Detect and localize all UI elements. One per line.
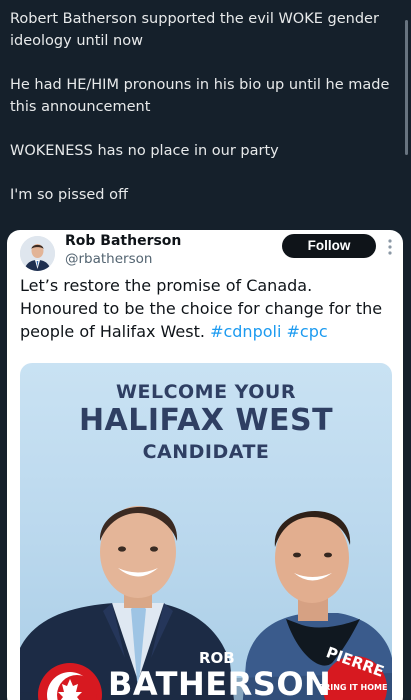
post-paragraph: I'm so pissed off [10,187,128,203]
post-paragraph: Robert Batherson supported the evil WOKE… [10,11,384,49]
post-body: Robert Batherson supported the evil WOKE… [10,8,398,228]
post-paragraph: He had HE/HIM pronouns in his bio up unt… [10,77,395,115]
embedded-author-handle[interactable]: @rbatherson [65,251,152,267]
post-paragraph: WOKENESS has no place in our party [10,143,279,159]
promo-heading-top: WELCOME YOUR [116,381,296,403]
follow-button[interactable]: Follow [282,234,376,258]
avatar[interactable] [20,236,55,271]
campaign-image[interactable]: WELCOME YOUR HALIFAX WEST CANDIDATE ROB … [20,363,392,700]
screen: Robert Batherson supported the evil WOKE… [0,0,411,700]
promo-heading-main: HALIFAX WEST [78,403,334,438]
embedded-author-name[interactable]: Rob Batherson [65,233,181,249]
more-vertical-icon[interactable] [386,238,394,256]
embedded-post-header: Rob Batherson @rbatherson Follow [7,230,403,276]
badge-tagline: BRING IT HOME [318,683,388,692]
hashtag-link[interactable]: #cdnpoli [210,322,281,341]
embedded-post-body: Let’s restore the promise of Canada. Hon… [20,276,383,341]
embedded-post-text: Let’s restore the promise of Canada. Hon… [20,274,392,343]
candidate-last-name: BATHERSON [108,665,332,700]
hashtag-link[interactable]: #cpc [287,322,328,341]
scrollbar-thumb[interactable] [405,20,408,155]
embedded-post-card[interactable]: Rob Batherson @rbatherson Follow Let’s r… [7,230,403,700]
promo-heading-bottom: CANDIDATE [142,441,270,463]
